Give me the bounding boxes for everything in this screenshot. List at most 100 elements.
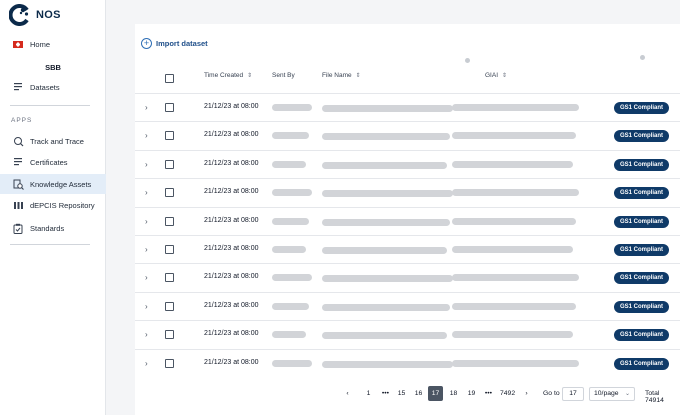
sidebar-item-label: Knowledge Assets xyxy=(30,179,92,189)
page-button-active[interactable]: 17 xyxy=(428,386,443,401)
table-row[interactable]: › 21/12/23 at 08:00 GS1 Compliant xyxy=(135,149,680,178)
import-dataset-button[interactable]: + Import dataset xyxy=(141,38,208,49)
column-menu-dot-icon[interactable] xyxy=(465,58,470,63)
sidebar-item-label: dEPCIS Repository xyxy=(30,200,95,210)
status-badge: GS1 Compliant xyxy=(614,215,670,228)
home-flag-icon xyxy=(12,38,24,50)
column-file-name[interactable]: File Name ⇕ xyxy=(322,72,361,79)
sidebar: NOS Home SBB Datasets APPS Track and Tra… xyxy=(0,0,106,415)
time-created-cell: 21/12/23 at 08:00 xyxy=(204,301,259,309)
expand-chevron-icon[interactable]: › xyxy=(145,330,148,339)
redacted-cell xyxy=(452,104,579,111)
row-checkbox[interactable] xyxy=(165,188,174,198)
page-button[interactable]: 18 xyxy=(446,386,461,401)
column-sent-by: Sent By xyxy=(272,72,295,79)
page-button[interactable]: 19 xyxy=(464,386,479,401)
redacted-cell xyxy=(322,275,453,283)
select-all-checkbox[interactable] xyxy=(165,74,174,83)
redacted-cell xyxy=(322,332,447,340)
page-button[interactable]: 16 xyxy=(411,386,426,401)
table-row[interactable]: › 21/12/23 at 08:00 GS1 Compliant xyxy=(135,121,680,149)
redacted-cell xyxy=(452,132,576,140)
row-checkbox[interactable] xyxy=(165,245,174,254)
table-row[interactable]: › 21/12/23 at 08:00 GS1 Compliant xyxy=(135,235,680,263)
page-size-value: 10/page xyxy=(594,390,619,397)
status-badge: GS1 Compliant xyxy=(614,130,670,143)
knowledge-assets-icon xyxy=(12,178,24,190)
table-row[interactable]: › 21/12/23 at 08:00 GS1 Compliant xyxy=(135,178,680,206)
page-ellipsis[interactable]: ••• xyxy=(378,386,393,401)
sort-icon[interactable]: ⇕ xyxy=(502,72,507,79)
page-button[interactable]: 1 xyxy=(361,386,376,401)
redacted-cell xyxy=(272,331,306,339)
repository-icon xyxy=(12,199,24,211)
row-checkbox[interactable] xyxy=(165,216,174,226)
sort-icon[interactable]: ⇕ xyxy=(247,72,252,79)
page-button[interactable]: 7492 xyxy=(497,386,518,401)
page-size-select[interactable]: 10/page ⌄ xyxy=(589,387,635,401)
pagination: ‹ 1 ••• 15 16 17 18 19 ••• 7492 › Go to … xyxy=(135,384,680,404)
row-checkbox[interactable] xyxy=(165,159,174,169)
divider xyxy=(10,244,90,245)
sidebar-item-label: Datasets xyxy=(30,82,60,92)
time-created-cell: 21/12/23 at 08:00 xyxy=(204,188,259,196)
expand-chevron-icon[interactable]: › xyxy=(145,217,148,226)
next-page-button[interactable]: › xyxy=(519,386,534,401)
sidebar-item-home[interactable]: Home xyxy=(0,34,106,54)
expand-chevron-icon[interactable]: › xyxy=(145,188,148,197)
expand-chevron-icon[interactable]: › xyxy=(145,131,148,140)
brand[interactable]: NOS xyxy=(9,4,61,26)
sidebar-item-certificates[interactable]: Certificates xyxy=(0,152,106,172)
redacted-cell xyxy=(452,302,576,310)
expand-chevron-icon[interactable]: › xyxy=(145,273,148,282)
row-checkbox[interactable] xyxy=(165,301,174,311)
redacted-cell xyxy=(452,274,579,282)
table-row[interactable]: › 21/12/23 at 08:00 GS1 Compliant xyxy=(135,291,680,320)
column-label: GIAI xyxy=(485,72,499,79)
expand-chevron-icon[interactable]: › xyxy=(145,103,148,112)
table-row[interactable]: › 21/12/23 at 08:00 GS1 Compliant xyxy=(135,206,680,235)
redacted-cell xyxy=(272,302,309,310)
list-icon xyxy=(12,81,24,93)
sidebar-item-datasets[interactable]: Datasets xyxy=(0,77,106,97)
prev-page-button[interactable]: ‹ xyxy=(340,386,355,401)
table-row[interactable]: › 21/12/23 at 08:00 GS1 Compliant xyxy=(135,348,680,377)
page-ellipsis[interactable]: ••• xyxy=(481,386,496,401)
redacted-cell xyxy=(272,104,312,111)
expand-chevron-icon[interactable]: › xyxy=(145,245,148,254)
plus-circle-icon: + xyxy=(141,38,152,49)
column-time-created[interactable]: Time Created ⇕ xyxy=(204,72,252,79)
sidebar-item-track-and-trace[interactable]: Track and Trace xyxy=(0,131,106,151)
redacted-cell xyxy=(322,247,447,254)
row-checkbox[interactable] xyxy=(165,358,174,368)
table-row[interactable]: › 21/12/23 at 08:00 GS1 Compliant xyxy=(135,320,680,348)
expand-chevron-icon[interactable]: › xyxy=(145,302,148,311)
table-row[interactable]: › 21/12/23 at 08:00 GS1 Compliant xyxy=(135,263,680,291)
sidebar-item-knowledge-assets[interactable]: Knowledge Assets xyxy=(0,174,106,194)
sidebar-item-depcis-repository[interactable]: dEPCIS Repository xyxy=(0,195,106,215)
row-checkbox[interactable] xyxy=(165,103,174,112)
redacted-cell xyxy=(452,246,573,253)
table-row[interactable]: › 21/12/23 at 08:00 GS1 Compliant xyxy=(135,93,680,121)
expand-chevron-icon[interactable]: › xyxy=(145,359,148,368)
redacted-cell xyxy=(322,133,450,141)
row-checkbox[interactable] xyxy=(165,131,174,141)
sort-icon[interactable]: ⇕ xyxy=(356,72,361,79)
row-checkbox[interactable] xyxy=(165,273,174,283)
expand-chevron-icon[interactable]: › xyxy=(145,160,148,169)
org-name: SBB xyxy=(45,63,61,72)
redacted-cell xyxy=(272,160,306,168)
goto-page-input[interactable]: 17 xyxy=(562,387,584,401)
row-checkbox[interactable] xyxy=(165,330,174,340)
column-giai[interactable]: GIAI ⇕ xyxy=(485,72,507,79)
page-button[interactable]: 15 xyxy=(394,386,409,401)
redacted-cell xyxy=(272,246,306,253)
redacted-cell xyxy=(272,217,309,225)
sidebar-item-standards[interactable]: Standards xyxy=(0,218,106,238)
redacted-cell xyxy=(452,217,576,225)
column-menu-dot-icon[interactable] xyxy=(640,55,645,60)
time-created-cell: 21/12/23 at 08:00 xyxy=(204,216,259,224)
time-created-cell: 21/12/23 at 08:00 xyxy=(204,131,259,139)
column-label: Time Created xyxy=(204,72,244,79)
redacted-cell xyxy=(272,359,312,367)
